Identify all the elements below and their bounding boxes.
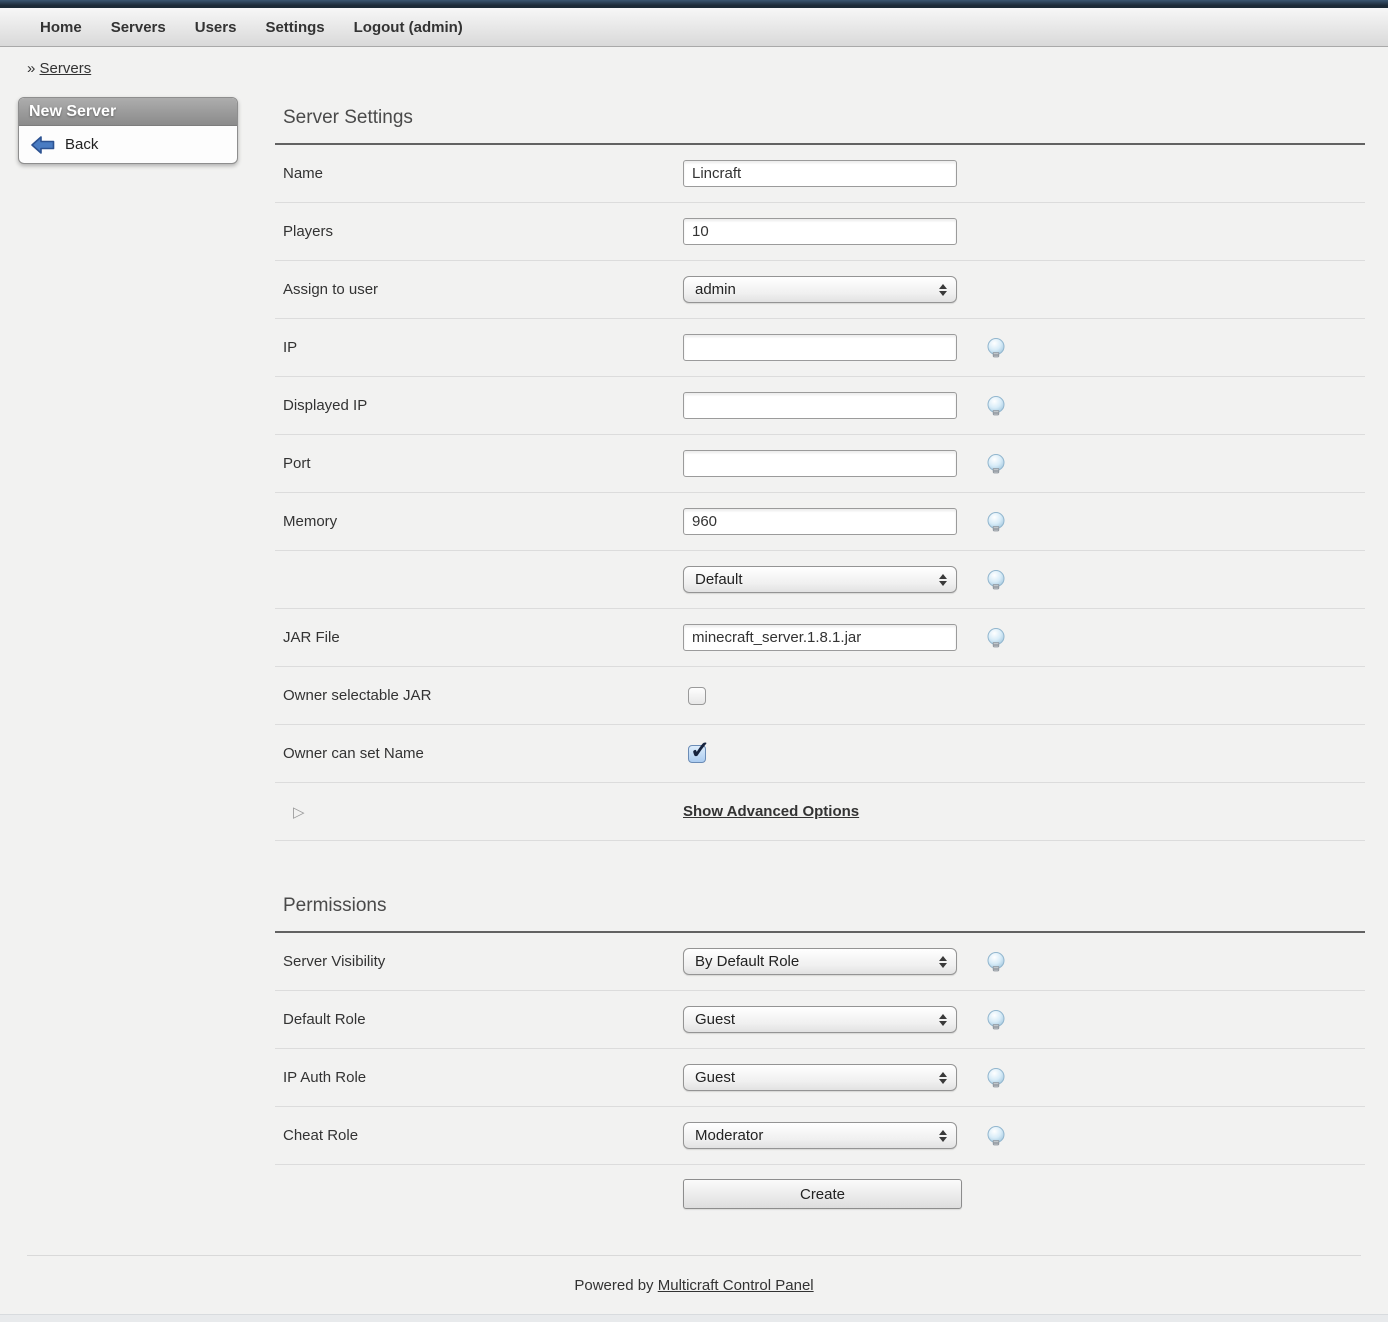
displayed-ip-label: Displayed IP <box>275 397 683 414</box>
cheat-role-label: Cheat Role <box>275 1127 683 1144</box>
row-ip-auth-role: IP Auth Role Guest <box>275 1049 1365 1107</box>
sidebar-title: New Server <box>19 98 237 126</box>
nav-home[interactable]: Home <box>40 19 82 36</box>
row-owner-selectable-jar: Owner selectable JAR <box>275 667 1365 725</box>
ip-input[interactable] <box>683 334 957 361</box>
back-label: Back <box>65 136 98 153</box>
owner-can-set-name-checkbox[interactable] <box>688 745 706 763</box>
permissions-heading: Permissions <box>275 885 1365 931</box>
nav-users[interactable]: Users <box>195 19 237 36</box>
players-input[interactable] <box>683 218 957 245</box>
row-assign-to-user: Assign to user admin <box>275 261 1365 319</box>
memory-preset-help-bulb-icon[interactable] <box>985 569 1007 591</box>
top-accent-bar <box>0 0 1388 8</box>
select-arrows-icon <box>939 956 947 968</box>
breadcrumb-marker: » <box>27 60 35 77</box>
row-ip: IP <box>275 319 1365 377</box>
jar-file-help-bulb-icon[interactable] <box>985 627 1007 649</box>
memory-preset-select[interactable]: Default <box>683 566 957 593</box>
assign-to-user-value: admin <box>695 281 939 298</box>
server-visibility-help-bulb-icon[interactable] <box>985 951 1007 973</box>
show-advanced-options-link[interactable]: Show Advanced Options <box>683 803 859 820</box>
port-help-bulb-icon[interactable] <box>985 453 1007 475</box>
assign-to-user-label: Assign to user <box>275 281 683 298</box>
ip-auth-role-help-bulb-icon[interactable] <box>985 1067 1007 1089</box>
multicraft-new-server-page: Home Servers Users Settings Logout (admi… <box>0 0 1388 1322</box>
row-server-visibility: Server Visibility By Default Role <box>275 933 1365 991</box>
advanced-toggle-triangle-icon[interactable]: ▷ <box>293 804 305 821</box>
main-nav: Home Servers Users Settings Logout (admi… <box>0 8 1388 47</box>
memory-input[interactable] <box>683 508 957 535</box>
server-visibility-select[interactable]: By Default Role <box>683 948 957 975</box>
row-advanced-options: ▷ Show Advanced Options <box>275 783 1365 841</box>
select-arrows-icon <box>939 1014 947 1026</box>
nav-logout[interactable]: Logout (admin) <box>354 19 463 36</box>
ip-auth-role-value: Guest <box>695 1069 939 1086</box>
row-name: Name <box>275 145 1365 203</box>
cheat-role-help-bulb-icon[interactable] <box>985 1125 1007 1147</box>
default-role-help-bulb-icon[interactable] <box>985 1009 1007 1031</box>
default-role-select[interactable]: Guest <box>683 1006 957 1033</box>
row-memory-preset: Default <box>275 551 1365 609</box>
row-displayed-ip: Displayed IP <box>275 377 1365 435</box>
footer: Powered by Multicraft Control Panel <box>27 1255 1361 1294</box>
server-settings-heading: Server Settings <box>275 97 1365 143</box>
ip-auth-role-label: IP Auth Role <box>275 1069 683 1086</box>
breadcrumb-servers-link[interactable]: Servers <box>40 60 92 77</box>
multicraft-link[interactable]: Multicraft Control Panel <box>658 1277 814 1294</box>
create-button[interactable]: Create <box>683 1179 962 1209</box>
displayed-ip-input[interactable] <box>683 392 957 419</box>
bottom-strip <box>0 1314 1388 1322</box>
assign-to-user-select[interactable]: admin <box>683 276 957 303</box>
back-button[interactable]: Back <box>19 126 237 163</box>
server-visibility-value: By Default Role <box>695 953 939 970</box>
server-visibility-label: Server Visibility <box>275 953 683 970</box>
jar-file-input[interactable] <box>683 624 957 651</box>
new-server-menu: New Server Back <box>18 97 238 164</box>
row-cheat-role: Cheat Role Moderator <box>275 1107 1365 1165</box>
owner-can-set-name-label: Owner can set Name <box>275 745 683 762</box>
displayed-ip-help-bulb-icon[interactable] <box>985 395 1007 417</box>
default-role-value: Guest <box>695 1011 939 1028</box>
default-role-label: Default Role <box>275 1011 683 1028</box>
row-create: Create <box>275 1165 1365 1223</box>
memory-label: Memory <box>275 513 683 530</box>
select-arrows-icon <box>939 1072 947 1084</box>
owner-selectable-jar-checkbox[interactable] <box>688 687 706 705</box>
port-label: Port <box>275 455 683 472</box>
players-label: Players <box>275 223 683 240</box>
cheat-role-value: Moderator <box>695 1127 939 1144</box>
nav-servers[interactable]: Servers <box>111 19 166 36</box>
name-label: Name <box>275 165 683 182</box>
port-input[interactable] <box>683 450 957 477</box>
row-memory: Memory <box>275 493 1365 551</box>
breadcrumb: » Servers <box>27 60 1388 77</box>
row-port: Port <box>275 435 1365 493</box>
ip-help-bulb-icon[interactable] <box>985 337 1007 359</box>
memory-preset-value: Default <box>695 571 939 588</box>
memory-help-bulb-icon[interactable] <box>985 511 1007 533</box>
jar-file-label: JAR File <box>275 629 683 646</box>
owner-selectable-jar-label: Owner selectable JAR <box>275 687 683 704</box>
select-arrows-icon <box>939 284 947 296</box>
row-jar-file: JAR File <box>275 609 1365 667</box>
back-arrow-icon <box>31 136 55 154</box>
name-input[interactable] <box>683 160 957 187</box>
cheat-role-select[interactable]: Moderator <box>683 1122 957 1149</box>
ip-label: IP <box>275 339 683 356</box>
main-content: Server Settings Name Players Assign to u… <box>275 97 1365 1223</box>
row-default-role: Default Role Guest <box>275 991 1365 1049</box>
select-arrows-icon <box>939 1130 947 1142</box>
permissions-section: Permissions Server Visibility By Default… <box>275 885 1365 1223</box>
row-owner-can-set-name: Owner can set Name <box>275 725 1365 783</box>
ip-auth-role-select[interactable]: Guest <box>683 1064 957 1091</box>
row-players: Players <box>275 203 1365 261</box>
select-arrows-icon <box>939 574 947 586</box>
nav-settings[interactable]: Settings <box>265 19 324 36</box>
footer-powered-by-text: Powered by <box>574 1277 653 1294</box>
